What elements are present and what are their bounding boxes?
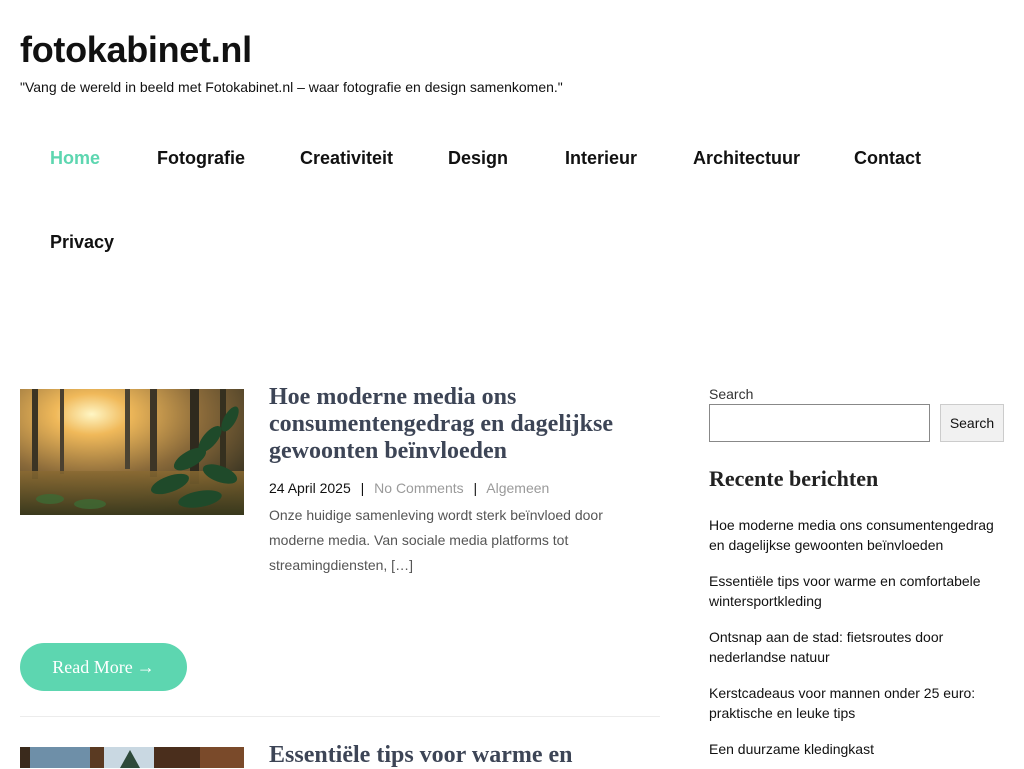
nav-item-creativiteit[interactable]: Creativiteit <box>300 147 393 169</box>
site-tagline: "Vang de wereld in beeld met Fotokabinet… <box>20 79 563 95</box>
nav-item-design[interactable]: Design <box>448 147 508 169</box>
post-title[interactable]: Essentiële tips voor warme en <box>269 742 649 769</box>
recent-post-link[interactable]: Essentiële tips voor warme en comfortabe… <box>709 571 1004 611</box>
meta-separator: | <box>360 480 365 496</box>
post-meta: 24 April 2025 | No Comments | Algemeen <box>269 479 549 497</box>
read-more-button[interactable]: Read More → <box>20 643 187 691</box>
read-more-label: Read More <box>52 656 133 677</box>
search-label: Search <box>709 386 754 402</box>
post-divider <box>20 716 660 717</box>
nav-item-interieur[interactable]: Interieur <box>565 147 637 169</box>
post-thumbnail-forest[interactable] <box>20 389 244 515</box>
post-comments-link[interactable]: No Comments <box>374 480 463 496</box>
nav-item-architectuur[interactable]: Architectuur <box>693 147 800 169</box>
nav-item-contact[interactable]: Contact <box>854 147 921 169</box>
recent-post-link[interactable]: Ontsnap aan de stad: fietsroutes door ne… <box>709 627 1004 667</box>
nav-item-home[interactable]: Home <box>50 147 100 169</box>
recent-posts-title: Recente berichten <box>709 466 879 491</box>
post-title[interactable]: Hoe moderne media ons consumentengedrag … <box>269 384 649 465</box>
recent-post-link[interactable]: Kerstcadeaus voor mannen onder 25 euro: … <box>709 683 1004 723</box>
site-title[interactable]: fotokabinet.nl <box>20 30 252 70</box>
nav-item-fotografie[interactable]: Fotografie <box>157 147 245 169</box>
nav-item-privacy[interactable]: Privacy <box>50 231 114 253</box>
recent-post-link[interactable]: Een duurzame kledingkast <box>709 739 1004 759</box>
post-thumbnail-winter[interactable] <box>20 747 244 768</box>
meta-separator: | <box>473 480 478 496</box>
post-date: 24 April 2025 <box>269 480 351 496</box>
recent-post-link[interactable]: Hoe moderne media ons consumentengedrag … <box>709 515 1004 555</box>
search-button[interactable]: Search <box>940 404 1004 442</box>
arrow-right-icon: → <box>136 656 155 677</box>
post-category-link[interactable]: Algemeen <box>486 480 549 496</box>
search-input[interactable] <box>709 404 930 442</box>
post-excerpt: Onze huidige samenleving wordt sterk beï… <box>269 507 603 573</box>
